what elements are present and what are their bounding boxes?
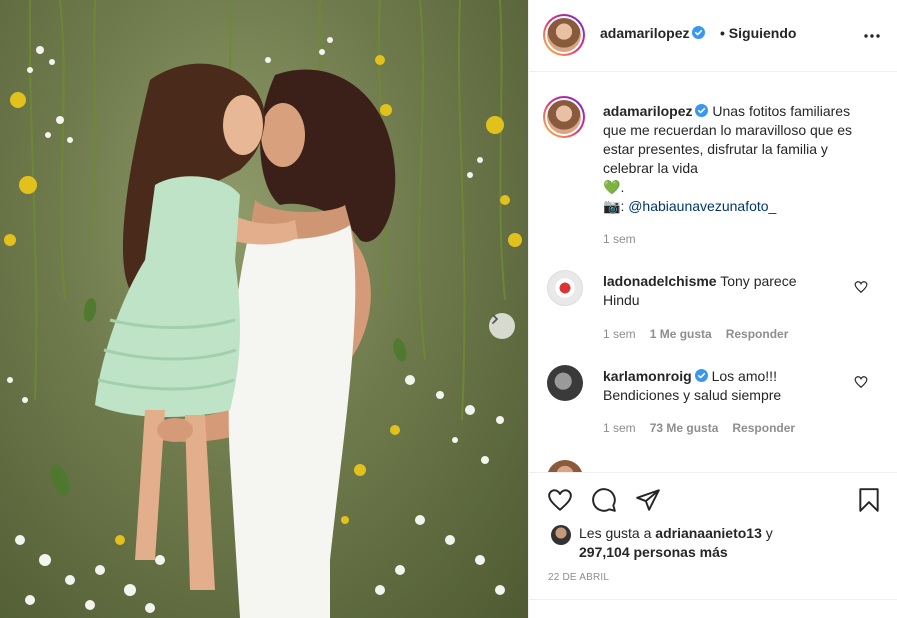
comment-time: 1 sem: [603, 327, 636, 341]
author-username-row: adamarilopez: [600, 25, 706, 41]
caption-colon: :: [620, 198, 625, 214]
comment-meta: 1 sem 73 Me gusta Responder: [603, 421, 795, 435]
post-header: adamarilopez • Siguiendo: [529, 0, 897, 72]
comment-item: karlamonroig Los amo!!! Bendiciones y sa…: [603, 367, 835, 405]
divider: [529, 599, 897, 600]
separator-dot: •: [720, 25, 725, 41]
comment-avatar[interactable]: [547, 270, 583, 306]
next-photo-button[interactable]: [489, 313, 515, 339]
comment-icon[interactable]: [591, 487, 617, 513]
heart-icon[interactable]: [547, 487, 573, 513]
post-date[interactable]: 22 DE ABRIL: [548, 572, 609, 583]
comment-avatar[interactable]: [547, 365, 583, 401]
likes-count[interactable]: 297,104 personas más: [579, 544, 728, 560]
post-photo[interactable]: [0, 0, 528, 618]
reply-button[interactable]: Responder: [726, 327, 789, 341]
caption-period: .: [620, 179, 625, 195]
likes-middle: y: [765, 525, 773, 541]
comments-section[interactable]: adamarilopez Unas fotitos familiares que…: [529, 72, 897, 472]
author-username[interactable]: adamarilopez: [600, 25, 689, 41]
mention-link[interactable]: @habiaunavezunafoto_: [628, 198, 776, 214]
photo-illustration: [4, 0, 522, 618]
author-avatar[interactable]: [543, 14, 585, 56]
bookmark-icon[interactable]: [856, 487, 882, 513]
comment-username[interactable]: ladonadelchisme: [603, 273, 717, 289]
comment-like-heart-icon[interactable]: [854, 280, 868, 294]
green-heart-emoji: 💚: [603, 179, 621, 195]
paper-plane-icon[interactable]: [635, 487, 661, 513]
comment-username[interactable]: karlamonroig: [603, 368, 692, 384]
comment-item: ladonadelchisme Tony parece Hindu: [603, 272, 835, 310]
chevron-right-icon: [492, 314, 498, 324]
caption-username[interactable]: adamarilopez: [603, 103, 692, 119]
caption: adamarilopez Unas fotitos familiares que…: [603, 102, 853, 216]
comment-avatar[interactable]: [547, 460, 583, 472]
liker-username[interactable]: adrianaanieto13: [655, 525, 762, 541]
comment-likes[interactable]: 1 Me gusta: [650, 327, 712, 341]
reply-button[interactable]: Responder: [732, 421, 795, 435]
comment-time: 1 sem: [603, 421, 636, 435]
more-horizontal-icon[interactable]: [862, 26, 882, 46]
post-actions: Les gusta a adrianaanieto13 y 297,104 pe…: [529, 472, 897, 618]
verified-badge-icon: [692, 26, 706, 39]
follow-status-row: • Siguiendo: [720, 25, 796, 41]
comment-likes[interactable]: 73 Me gusta: [650, 421, 719, 435]
comment-like-heart-icon[interactable]: [854, 375, 868, 389]
post-side-panel: adamarilopez • Siguiendo adamarilopez Un…: [528, 0, 897, 618]
following-button[interactable]: Siguiendo: [729, 25, 797, 41]
likes-prefix: Les gusta a: [579, 525, 652, 541]
liker-avatar[interactable]: [551, 525, 571, 545]
caption-time: 1 sem: [603, 232, 636, 246]
camera-emoji: 📷: [603, 198, 621, 214]
caption-avatar[interactable]: [543, 96, 585, 138]
likes-summary: Les gusta a adrianaanieto13 y 297,104 pe…: [579, 524, 819, 562]
verified-badge-icon: [694, 369, 708, 382]
comment-meta: 1 sem 1 Me gusta Responder: [603, 327, 788, 341]
verified-badge-icon: [695, 104, 709, 117]
